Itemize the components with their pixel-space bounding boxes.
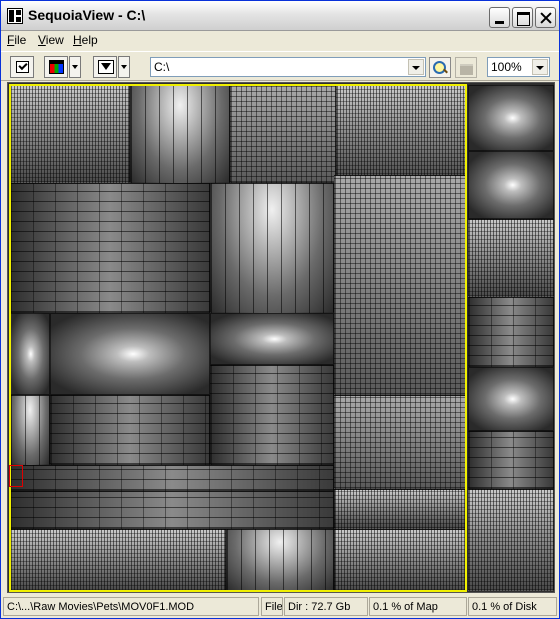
minimize-button[interactable] — [489, 7, 510, 28]
checkbox-icon — [16, 61, 29, 73]
status-bar: C:\...\Raw Movies\Pets\MOV0F1.MOD File D… — [1, 595, 559, 618]
app-icon[interactable] — [7, 8, 23, 24]
filter-button[interactable] — [93, 56, 117, 78]
file-highlight — [9, 465, 23, 487]
path-value: C:\ — [154, 60, 170, 74]
sequoiaview-window: SequoiaView - C:\ File View Help C:\ 100… — [0, 0, 560, 619]
filter-icon — [98, 60, 114, 74]
path-combo[interactable]: C:\ — [150, 57, 426, 77]
status-type: File — [261, 597, 283, 616]
zoom-value: 100% — [491, 60, 522, 74]
zoom-combo[interactable]: 100% — [487, 57, 550, 77]
status-dir-size: Dir : 72.7 Gb — [284, 597, 368, 616]
window-title: SequoiaView - C:\ — [28, 7, 146, 23]
path-dropdown-arrow[interactable] — [408, 59, 424, 75]
treemap-cell[interactable] — [468, 219, 554, 297]
title-bar[interactable]: SequoiaView - C:\ — [1, 1, 559, 31]
filter-dropdown[interactable] — [118, 56, 130, 78]
menu-help[interactable]: Help — [73, 33, 98, 47]
treemap-cell[interactable] — [468, 85, 554, 151]
color-scheme-button[interactable] — [44, 56, 68, 78]
maximize-button[interactable] — [512, 7, 533, 28]
folder-icon[interactable] — [455, 57, 477, 78]
treemap[interactable] — [7, 82, 555, 593]
menu-view[interactable]: View — [38, 33, 64, 47]
search-icon[interactable] — [429, 57, 451, 78]
status-map-percent: 0.1 % of Map — [369, 597, 467, 616]
treemap-cell[interactable] — [468, 489, 554, 591]
menu-bar: File View Help — [1, 31, 559, 50]
status-path: C:\...\Raw Movies\Pets\MOV0F1.MOD — [3, 597, 259, 616]
status-disk-percent: 0.1 % of Disk — [468, 597, 557, 616]
treemap-cell[interactable] — [468, 431, 554, 489]
options-button[interactable] — [10, 56, 34, 78]
toolbar: C:\ 100% — [1, 51, 559, 81]
palette-icon — [49, 60, 64, 74]
color-scheme-dropdown[interactable] — [69, 56, 81, 78]
treemap-cell[interactable] — [468, 367, 554, 431]
treemap-cell[interactable] — [468, 297, 554, 367]
treemap-cell[interactable] — [468, 151, 554, 219]
zoom-dropdown-arrow[interactable] — [532, 59, 548, 75]
menu-file[interactable]: File — [7, 33, 26, 47]
close-button[interactable] — [535, 7, 556, 28]
directory-highlight — [9, 84, 467, 592]
